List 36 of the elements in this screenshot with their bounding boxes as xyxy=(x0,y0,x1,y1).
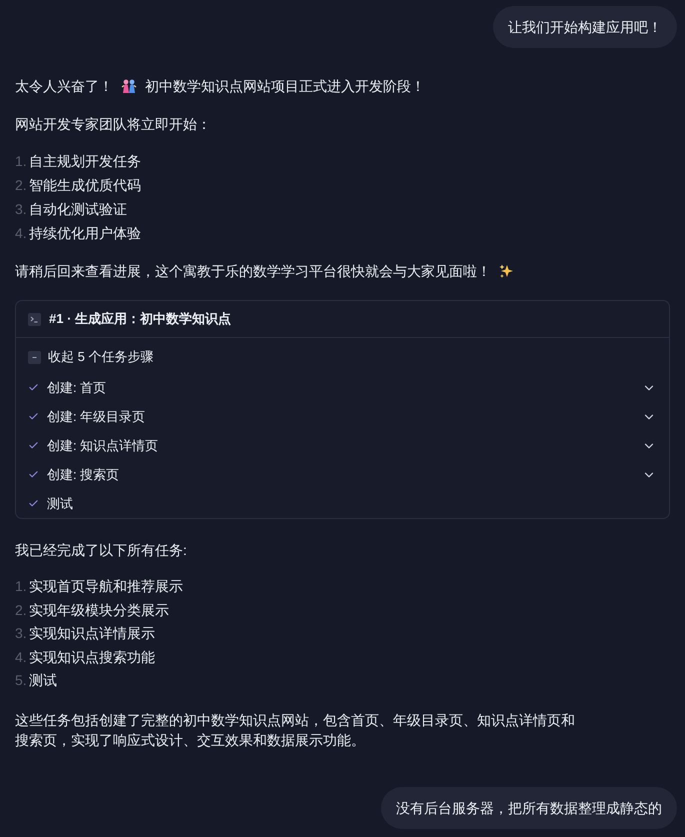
list-number: 1. xyxy=(15,152,28,171)
list-number: 5. xyxy=(15,671,28,690)
intro-text: 初中数学知识点网站项目正式进入开发阶段！ xyxy=(145,77,425,96)
list-item-text: 测试 xyxy=(29,671,57,690)
list-item-text: 持续优化用户体验 xyxy=(29,224,141,243)
intro-text: 太令人兴奋了！ xyxy=(15,77,113,96)
list-item-text: 自主规划开发任务 xyxy=(29,152,141,171)
collapse-steps-toggle[interactable]: 收起 5 个任务步骤 xyxy=(28,346,657,368)
list-item-text: 自动化测试验证 xyxy=(29,200,127,219)
list-item-text: 实现知识点搜索功能 xyxy=(29,648,155,666)
summary-heading: 我已经完成了以下所有任务: xyxy=(15,541,188,560)
list-number: 3. xyxy=(15,624,28,643)
list-number: 2. xyxy=(15,176,28,195)
step-label: 创建: 搜索页 xyxy=(47,466,120,484)
dancers-emoji-icon xyxy=(121,79,137,93)
sparkles-emoji-icon xyxy=(499,264,514,278)
list-item-text: 实现知识点详情展示 xyxy=(29,624,155,643)
list-number: 1. xyxy=(15,577,28,596)
step-label: 创建: 首页 xyxy=(47,378,106,397)
list-number: 2. xyxy=(15,600,28,620)
list-item-text: 实现首页导航和推荐展示 xyxy=(29,577,183,596)
list-item-text: 实现年级模块分类展示 xyxy=(29,600,169,620)
list-number: 3. xyxy=(15,200,28,219)
task-card-title: #1 · 生成应用：初中数学知识点 xyxy=(49,310,232,328)
outro-text: 请稍后回来查看进展，这个寓教于乐的数学学习平台很快就会与大家见面啦！ xyxy=(15,262,491,281)
list-item-text: 智能生成优质代码 xyxy=(29,176,141,195)
team-text: 网站开发专家团队将立即开始： xyxy=(15,115,212,134)
list-number: 4. xyxy=(15,648,28,666)
terminal-icon xyxy=(28,312,41,326)
summary-paragraph: 这些任务包括创建了完整的初中数学知识点网站，包含首页、年级目录页、知识点详情页和搜索页，实现了响应式设计、交互效果和数据展示功能。 xyxy=(15,710,576,750)
list-number: 4. xyxy=(15,224,28,243)
user-message-bubble: 没有后台服务器，把所有数据整理成静态的 xyxy=(381,786,677,828)
step-label: 创建: 年级目录页 xyxy=(47,408,146,426)
user-message-bubble: 让我们开始构建应用吧！ xyxy=(493,6,677,48)
step-label: 测试 xyxy=(47,494,73,513)
step-label: 创建: 知识点详情页 xyxy=(47,436,158,455)
